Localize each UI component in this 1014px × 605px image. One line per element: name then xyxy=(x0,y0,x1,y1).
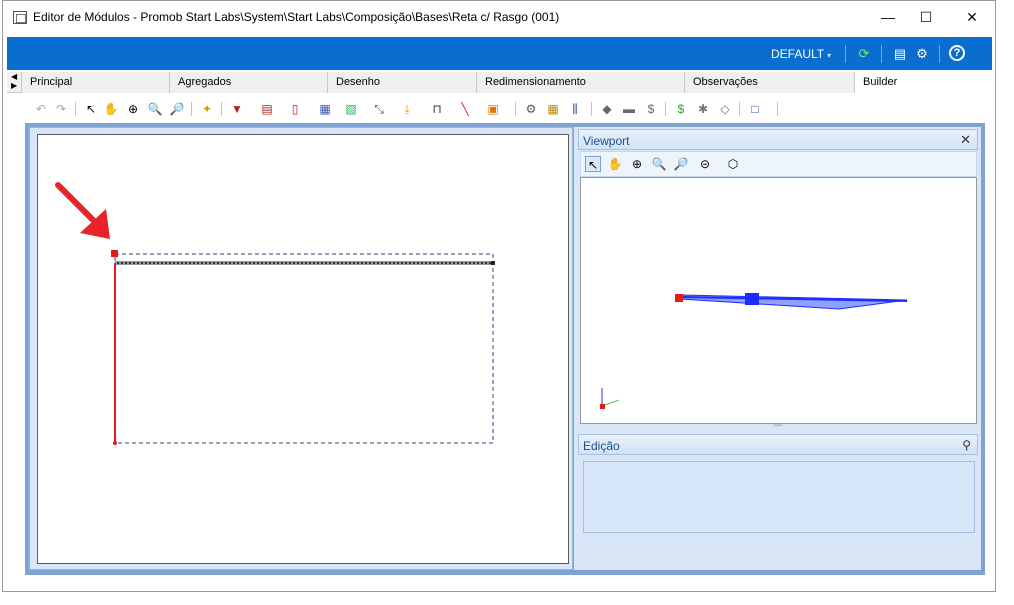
price-icon[interactable]: $ xyxy=(673,101,689,117)
divider xyxy=(665,102,666,116)
title-bar: Editor de Módulos - Promob Start Labs\Sy… xyxy=(3,1,995,35)
edicao-panel xyxy=(583,461,975,533)
group-icon[interactable]: ▣ xyxy=(485,101,501,117)
grid-icon[interactable]: ▦ xyxy=(545,101,561,117)
select-icon[interactable]: ↖ xyxy=(585,156,601,172)
zoom-window-icon[interactable]: 🔍 xyxy=(651,156,667,172)
edicao-header: Edição ⚲ xyxy=(578,434,978,455)
gear-icon[interactable]: ⚙ xyxy=(913,45,931,63)
divider xyxy=(191,102,192,116)
drawing-canvas[interactable] xyxy=(37,134,569,564)
tab-desenho[interactable]: Desenho xyxy=(327,72,476,93)
zoom-in-icon[interactable]: ⊕ xyxy=(125,101,141,117)
divider xyxy=(881,45,882,63)
cube-icon[interactable]: ◆ xyxy=(599,101,615,117)
viewport-header: Viewport ✕ xyxy=(578,129,978,150)
window-title: Editor de Módulos - Promob Start Labs\Sy… xyxy=(33,10,560,24)
tab-observacoes[interactable]: Observações xyxy=(684,72,854,93)
shelf-icon[interactable]: ▦ xyxy=(317,101,333,117)
zoom-window-icon[interactable]: 🔍 xyxy=(147,101,163,117)
viewport-toolbar: ↖ ✋ ⊕ 🔍 🔎 ⊝ ⬡ xyxy=(580,151,977,177)
chevron-down-icon: ▾ xyxy=(827,51,832,60)
divider xyxy=(221,102,222,116)
profile-dropdown[interactable]: DEFAULT ▾ xyxy=(771,47,831,61)
zoom-in-icon[interactable]: ⊕ xyxy=(629,156,645,172)
selection-handle[interactable] xyxy=(675,294,683,302)
divider xyxy=(939,45,940,63)
view-cube-icon[interactable]: ⬡ xyxy=(725,156,741,172)
drawing-svg xyxy=(55,182,495,445)
list-icon[interactable]: ▤ xyxy=(891,45,909,63)
axis-origin xyxy=(600,404,605,409)
panel-vertical-icon[interactable]: ▯ xyxy=(287,101,303,117)
viewport-title: Viewport xyxy=(583,134,630,148)
component-icon[interactable]: ▧ xyxy=(343,101,359,117)
divider xyxy=(591,102,592,116)
pan-icon[interactable]: ✋ xyxy=(103,101,119,117)
line-icon[interactable]: ╲ xyxy=(457,101,473,117)
insert-icon[interactable]: ⤓ xyxy=(399,101,415,117)
model-handle[interactable] xyxy=(745,293,759,305)
new-icon[interactable]: ✦ xyxy=(199,101,215,117)
frame-icon[interactable]: ⊓ xyxy=(429,101,445,117)
divider xyxy=(777,102,778,116)
arrow-right-icon[interactable]: ▶ xyxy=(11,81,21,90)
pan-icon[interactable]: ✋ xyxy=(607,156,623,172)
profile-label: DEFAULT xyxy=(771,47,825,61)
undo-icon[interactable]: ↶ xyxy=(33,101,49,117)
divider xyxy=(845,45,846,63)
tab-bar: ◀ ▶ Principal Agregados Desenho Redimens… xyxy=(7,72,992,93)
tab-builder[interactable]: Builder xyxy=(854,72,992,93)
zoom-extents-icon[interactable]: 🔎 xyxy=(673,156,689,172)
divider xyxy=(739,102,740,116)
divider xyxy=(75,102,76,116)
module-bounding-box[interactable] xyxy=(114,253,494,444)
tab-redimensionamento[interactable]: Redimensionamento xyxy=(476,72,684,93)
view-icon[interactable]: □ xyxy=(747,101,763,117)
tab-principal[interactable]: Principal xyxy=(21,72,169,93)
material-icon[interactable]: ✱ xyxy=(695,101,711,117)
tag-icon[interactable]: ◇ xyxy=(717,101,733,117)
panel-horizontal-icon[interactable]: ▤ xyxy=(259,101,275,117)
header-bar: DEFAULT ▾ ⟳ ▤ ⚙ ? xyxy=(7,37,992,70)
pin-icon[interactable]: ⚲ xyxy=(962,438,971,452)
orbit-icon[interactable]: ⊝ xyxy=(697,156,713,172)
builder-toolbar: ↶ ↷ ↖ ✋ ⊕ 🔍 🔎 ✦ ▼ ▤ ▯ ▦ ▧ ⤡ ⤓ ⊓ ╲ ▣ ⚙ ▦ … xyxy=(7,95,992,123)
minimize-button[interactable]: — xyxy=(873,7,903,27)
horizontal-splitter[interactable]: ″″″″ xyxy=(578,425,978,433)
close-icon[interactable]: ✕ xyxy=(960,132,971,148)
edicao-title: Edição xyxy=(583,439,620,453)
drill-icon[interactable]: ▼ xyxy=(229,101,245,117)
redo-icon[interactable]: ↷ xyxy=(53,101,69,117)
edge-endpoint[interactable] xyxy=(113,441,117,445)
properties-icon[interactable]: ⚙ xyxy=(523,101,539,117)
close-button[interactable]: ✕ xyxy=(957,7,987,27)
help-icon[interactable]: ? xyxy=(949,45,965,61)
tab-scroll-arrows[interactable]: ◀ ▶ xyxy=(11,72,21,92)
money-bag-icon[interactable]: $ xyxy=(643,101,659,117)
divider xyxy=(515,102,516,116)
selection-handle[interactable] xyxy=(111,250,118,257)
maximize-button[interactable]: ☐ xyxy=(911,7,941,27)
tab-agregados[interactable]: Agregados xyxy=(169,72,327,93)
refresh-icon[interactable]: ⟳ xyxy=(855,45,873,63)
arrow-left-icon[interactable]: ◀ xyxy=(11,72,21,81)
panel-endpoint[interactable] xyxy=(491,261,495,265)
dimension-icon[interactable]: ⤡ xyxy=(371,101,387,117)
select-icon[interactable]: ↖ xyxy=(83,101,99,117)
viewport-svg xyxy=(600,293,908,409)
cabinet-icon[interactable]: ▬ xyxy=(621,101,637,117)
viewport-3d[interactable] xyxy=(580,177,977,424)
app-icon xyxy=(13,11,27,24)
columns-icon[interactable]: ⫼ xyxy=(567,101,583,117)
zoom-extents-icon[interactable]: 🔎 xyxy=(169,101,185,117)
